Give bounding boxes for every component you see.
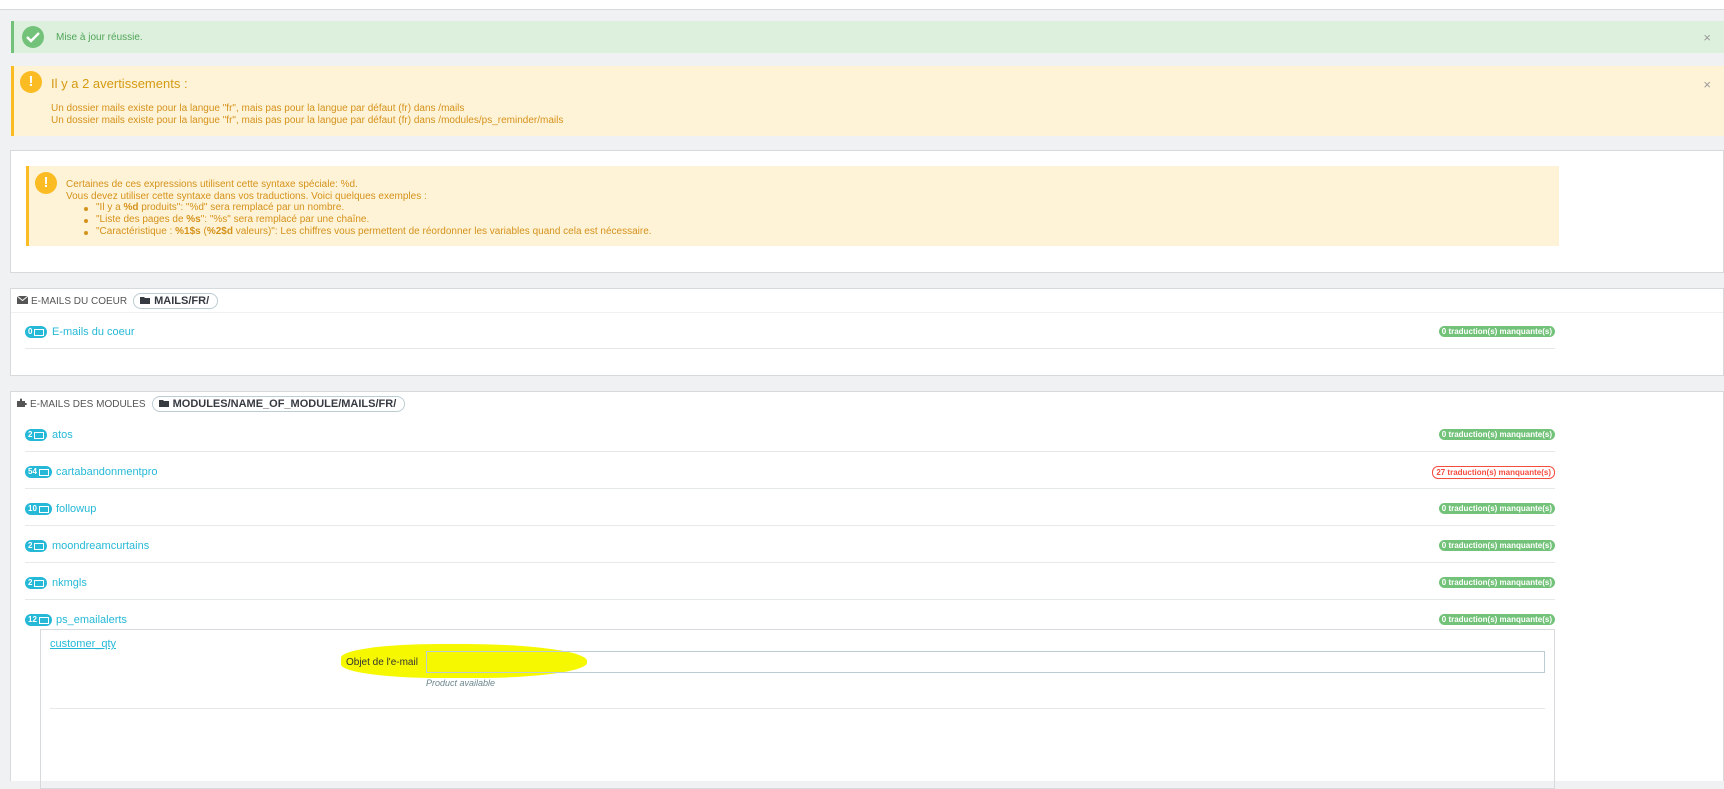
row-divider [25,348,1555,349]
module-name-link[interactable]: nkmgls [52,577,87,589]
template-count-badge: 2 [25,540,48,552]
missing-translations-badge: 0 traduction(s) manquante(s) [1438,503,1555,514]
bullet [84,207,88,211]
template-count-badge: 2 [25,577,48,589]
row-divider [25,451,1555,452]
module-name-link[interactable]: moondreamcurtains [52,540,149,552]
row-divider [25,562,1555,563]
syntax-info-panel: ! Certaines de ces expressions utilisent… [10,150,1724,273]
module-name-link[interactable]: atos [52,429,73,441]
top-header-bar [0,0,1724,10]
module-name-link[interactable]: followup [56,503,96,515]
template-count-badge: 2 [25,429,48,441]
module-emails-panel: E-mails des modules MODULES/NAME_OF_MODU… [10,391,1724,789]
panel-heading: E-mails des modules MODULES/NAME_OF_MODU… [17,394,406,414]
subject-input[interactable] [426,651,1545,673]
subject-label: Objet de l'e-mail [346,657,418,668]
folder-path-badge: MODULES/NAME_OF_MODULE/MAILS/FR/ [151,396,406,412]
envelope-icon [38,616,49,624]
syntax-intro: Certaines de ces expressions utilisent c… [66,179,358,190]
module-row[interactable]: 2 atos 0 traduction(s) manquante(s) [25,426,1555,446]
envelope-icon [38,505,49,513]
envelope-icon [34,542,45,550]
module-row[interactable]: 2 nkmgls 0 traduction(s) manquante(s) [25,574,1555,594]
missing-translations-badge: 0 traduction(s) manquante(s) [1438,614,1555,625]
warning-title: Il y a 2 avertissements : [51,76,188,91]
panel-heading-text: E-mails du coeur [31,295,128,307]
warning-line: Un dossier mails existe pour la langue "… [51,103,465,114]
module-row[interactable]: 12 ps_emailalerts 0 traduction(s) manquant… [25,611,1555,631]
module-row[interactable]: 10 followup 0 traduction(s) manquante(s) [25,500,1555,520]
syntax-intro: Vous devez utiliser cette syntaxe dans v… [66,191,427,202]
template-count-badge: 12 [25,614,52,626]
folder-path-badge: MAILS/FR/ [133,293,219,309]
success-message: Mise à jour réussie. [56,32,143,43]
envelope-icon [38,468,49,476]
envelope-icon [34,328,45,336]
row-divider [25,488,1555,489]
success-alert: Mise à jour réussie. × [11,21,1724,53]
row-divider [25,599,1555,600]
module-row[interactable]: 2 moondreamcurtains 0 traduction(s) manqua… [25,537,1555,557]
envelope-icon [16,295,29,307]
bullet [84,231,88,235]
warning-line: Un dossier mails existe pour la langue "… [51,115,564,126]
module-name-link[interactable]: ps_emailalerts [56,614,127,626]
panel-heading-text: E-mails des modules [30,398,146,410]
row-divider [25,525,1555,526]
close-icon[interactable]: × [1703,77,1711,92]
exclamation-icon: ! [20,71,42,93]
missing-translations-badge: 0 traduction(s) manquante(s) [1438,326,1555,337]
template-editor: customer_qty Objet de l'e-mail Product a… [40,629,1555,789]
module-row[interactable]: 0 E-mails du coeur 0 traduction(s) manquan… [25,323,1555,343]
core-emails-panel: E-mails du coeur MAILS/FR/ 0 E-mails du c… [10,288,1724,376]
module-name-link[interactable]: E-mails du coeur [52,326,135,338]
module-row[interactable]: 54 cartabandonmentpro 27 traduction(s) man… [25,463,1555,483]
syntax-example: "Caractéristique : %1$s (%2$d valeurs)":… [96,226,652,237]
envelope-icon [34,579,45,587]
missing-translations-badge: 0 traduction(s) manquante(s) [1438,540,1555,551]
puzzle-icon [17,398,27,410]
panel-heading: E-mails du coeur MAILS/FR/ [16,291,219,311]
warning-alert: ! Il y a 2 avertissements : Un dossier m… [11,66,1724,136]
missing-translations-badge: 0 traduction(s) manquante(s) [1438,429,1555,440]
syntax-warning: ! Certaines de ces expressions utilisent… [26,166,1559,246]
template-count-badge: 0 [25,326,48,338]
envelope-icon [34,431,45,439]
missing-translations-badge: 27 traduction(s) manquante(s) [1432,466,1555,479]
template-name-link[interactable]: customer_qty [50,638,116,650]
missing-translations-badge: 0 traduction(s) manquante(s) [1438,577,1555,588]
folder-icon [158,398,169,410]
syntax-example: "Liste des pages de %s": "%s" sera rempl… [96,214,370,225]
template-count-badge: 10 [25,503,52,515]
close-icon[interactable]: × [1703,30,1711,45]
folder-icon [140,295,151,307]
folder-path: MODULES/NAME_OF_MODULE/MAILS/FR/ [172,398,397,410]
syntax-example: "Il y a %d produits": "%d" sera remplacé… [96,202,345,213]
subject-help-text: Product available [426,678,496,688]
bullet [84,219,88,223]
divider [11,312,1723,313]
template-count-badge: 54 [25,466,52,478]
folder-path: MAILS/FR/ [154,295,210,307]
check-icon [22,26,44,48]
module-name-link[interactable]: cartabandonmentpro [56,466,158,478]
exclamation-icon: ! [35,172,57,194]
divider [50,708,1545,709]
